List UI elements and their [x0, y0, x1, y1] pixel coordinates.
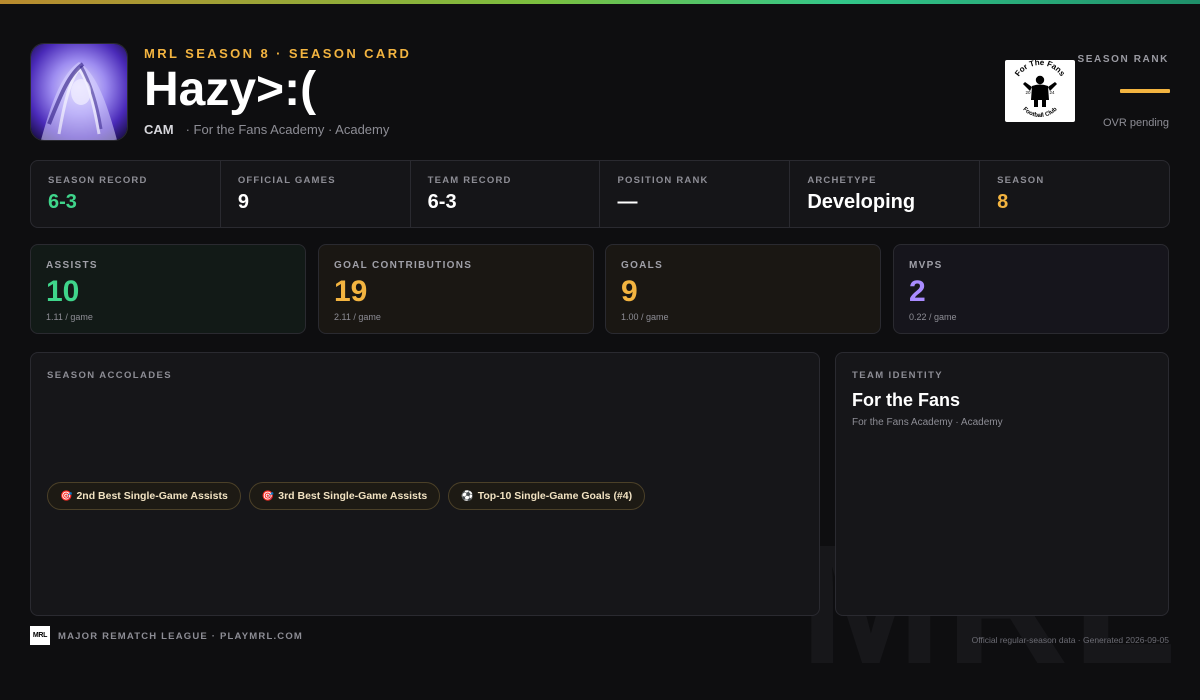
- stat-value: 10: [46, 275, 80, 308]
- stat-card-assists: ASSISTS 10 1.11 / game: [30, 244, 306, 334]
- team-identity-name: For the Fans: [852, 390, 961, 410]
- mrl-logo: MRL: [30, 626, 50, 645]
- stat-per-game: 1.11 / game: [46, 312, 93, 322]
- accolade-badges: 🎯 2nd Best Single-Game Assists 🎯 3rd Bes…: [47, 482, 646, 510]
- stat-per-game: 0.22 / game: [909, 312, 957, 322]
- accolade-badge: 🎯 3rd Best Single-Game Assists: [248, 482, 441, 510]
- info-season: SEASON 8: [980, 161, 1169, 227]
- stat-label: GOALS: [621, 260, 664, 271]
- stat-label: GOAL CONTRIBUTIONS: [334, 260, 473, 271]
- team-logo-year-left: 20: [1025, 90, 1031, 95]
- info-label: SEASON: [997, 175, 1045, 186]
- team-logo-bottom-text: Football Club: [1021, 106, 1058, 119]
- team-identity-sub: For the Fans Academy · Academy: [852, 417, 1003, 428]
- stat-value: 19: [334, 275, 368, 308]
- stat-per-game: 2.11 / game: [334, 312, 381, 322]
- info-value: 6-3: [427, 191, 457, 213]
- team-logo-year-right: 24: [1049, 90, 1055, 95]
- team-identity-label: TEAM IDENTITY: [852, 370, 944, 381]
- season-info-row: SEASON RECORD 6-3 OFFICIAL GAMES 9 TEAM …: [30, 160, 1170, 228]
- season-rank-label: SEASON RANK: [1077, 54, 1169, 65]
- stat-card-goal-contributions: GOAL CONTRIBUTIONS 19 2.11 / game: [318, 244, 594, 334]
- season-rank-placeholder: [1120, 89, 1170, 93]
- season-card-kicker: MRL SEASON 8 · SEASON CARD: [144, 46, 412, 61]
- season-rank-status: OVR pending: [1102, 117, 1169, 129]
- info-label: ARCHETYPE: [807, 175, 877, 186]
- accolade-text: 2nd Best Single-Game Assists: [76, 490, 228, 502]
- info-value: 8: [997, 191, 1009, 213]
- player-name: Hazy>:(: [144, 63, 317, 116]
- stat-card-goals: GOALS 9 1.00 / game: [605, 244, 881, 334]
- accolade-badge: ⚽ Top-10 Single-Game Goals (#4): [448, 482, 646, 510]
- info-value: —: [617, 191, 638, 213]
- info-label: POSITION RANK: [617, 175, 709, 186]
- accolade-text: Top-10 Single-Game Goals (#4): [477, 490, 633, 502]
- info-value: 6-3: [48, 191, 77, 213]
- stat-card-mvps: MVPS 2 0.22 / game: [893, 244, 1169, 334]
- info-value: 9: [237, 191, 249, 213]
- svg-text:Football Club: Football Club: [1021, 106, 1058, 119]
- footer-note: Official regular-season data · Generated…: [971, 635, 1169, 645]
- season-accolades-panel: SEASON ACCOLADES 🎯 2nd Best Single-Game …: [30, 352, 820, 616]
- info-label: TEAM RECORD: [427, 175, 512, 186]
- stat-value: 2: [909, 275, 926, 308]
- target-icon: 🎯: [60, 490, 73, 502]
- stat-label: MVPS: [909, 260, 943, 271]
- player-team-line: · For the Fans Academy · Academy: [185, 122, 390, 137]
- footer-league: MAJOR REMATCH LEAGUE · PLAYMRL.COM: [58, 631, 304, 642]
- team-identity-panel: TEAM IDENTITY For the Fans For the Fans …: [835, 352, 1169, 616]
- target-icon: 🎯: [261, 490, 275, 502]
- info-label: OFFICIAL GAMES: [237, 175, 336, 186]
- info-value: Developing: [807, 191, 916, 213]
- team-logo: For The Fans Football Club 20 24: [1005, 60, 1075, 122]
- player-subline: CAM · For the Fans Academy · Academy: [144, 122, 389, 137]
- info-position-rank: POSITION RANK —: [600, 161, 791, 227]
- info-season-record: SEASON RECORD 6-3: [31, 161, 221, 227]
- info-team-record: TEAM RECORD 6-3: [411, 161, 601, 227]
- player-avatar: [30, 43, 128, 141]
- svg-text:For The Fans: For The Fans: [1013, 60, 1067, 78]
- accolade-badge: 🎯 2nd Best Single-Game Assists: [47, 482, 241, 510]
- accolade-text: 3rd Best Single-Game Assists: [278, 490, 428, 502]
- info-archetype: ARCHETYPE Developing: [790, 161, 981, 227]
- stat-per-game: 1.00 / game: [621, 312, 669, 322]
- info-official-games: OFFICIAL GAMES 9: [221, 161, 411, 227]
- accolades-label: SEASON ACCOLADES: [47, 370, 172, 381]
- stat-value: 9: [621, 275, 638, 308]
- soccer-ball-icon: ⚽: [461, 490, 474, 502]
- stat-label: ASSISTS: [46, 260, 98, 271]
- player-position: CAM: [144, 122, 174, 137]
- top-accent-bar: [0, 0, 1200, 4]
- team-logo-top-text: For The Fans: [1013, 60, 1067, 78]
- info-label: SEASON RECORD: [48, 175, 148, 186]
